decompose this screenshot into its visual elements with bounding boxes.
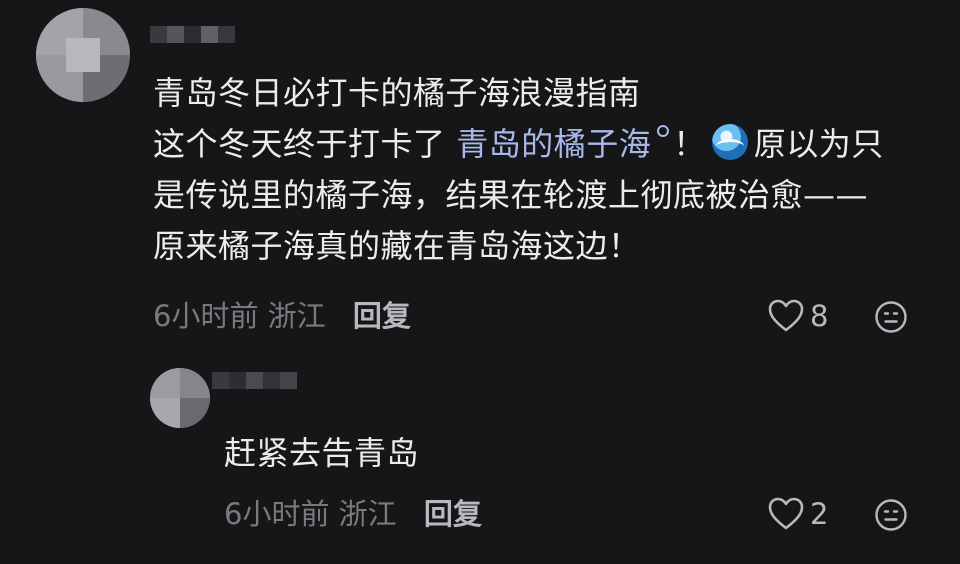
reply-button[interactable]: 回复 — [353, 299, 411, 333]
like-button[interactable]: 8 — [768, 299, 828, 333]
location: 浙江 — [267, 299, 326, 333]
comment-line-3: 原来橘子海真的藏在青岛海这边！ — [153, 227, 641, 265]
like-button[interactable]: 2 — [768, 497, 828, 531]
comment-line-2: 是传说里的橘子海，结果在轮渡上彻底被治愈—— — [153, 176, 869, 214]
comment-text: 青岛冬日必打卡的橘子海浪漫指南 这个冬天终于打卡了 青岛的橘子海！原以为只 是传… — [153, 68, 884, 272]
heart-outline-icon — [768, 299, 804, 332]
avatar[interactable] — [36, 8, 130, 102]
timestamp: 6小时前 — [224, 497, 330, 531]
link-badge-icon — [657, 125, 670, 137]
username-blurred[interactable] — [150, 26, 235, 43]
dislike-face-icon — [875, 301, 907, 333]
comment-line-1: 这个冬天终于打卡了 青岛的橘子海！原以为只 — [153, 124, 884, 163]
heart-outline-icon — [768, 497, 804, 530]
dislike-button[interactable] — [874, 498, 908, 536]
topic-link[interactable]: 青岛的橘子海 — [456, 125, 651, 163]
location: 浙江 — [338, 497, 397, 531]
comment-meta: 6小时前 浙江 回复 — [224, 496, 482, 532]
reply-comment-item: 赶紧去告青岛 6小时前 浙江 回复 2 — [0, 350, 960, 564]
comment-meta: 6小时前 浙江 回复 — [153, 298, 411, 334]
comment-title: 青岛冬日必打卡的橘子海浪漫指南 — [153, 74, 641, 112]
like-count: 8 — [810, 299, 829, 333]
like-count: 2 — [810, 497, 829, 531]
reply-button[interactable]: 回复 — [424, 497, 482, 531]
water-wave-emoji — [711, 124, 748, 160]
dislike-face-icon — [875, 499, 907, 531]
comment-item: 青岛冬日必打卡的橘子海浪漫指南 这个冬天终于打卡了 青岛的橘子海！原以为只 是传… — [0, 0, 960, 350]
dislike-button[interactable] — [874, 300, 908, 338]
avatar[interactable] — [150, 368, 210, 428]
comment-text: 赶紧去告青岛 — [224, 434, 420, 472]
timestamp: 6小时前 — [153, 299, 259, 333]
username-blurred[interactable] — [212, 372, 297, 389]
